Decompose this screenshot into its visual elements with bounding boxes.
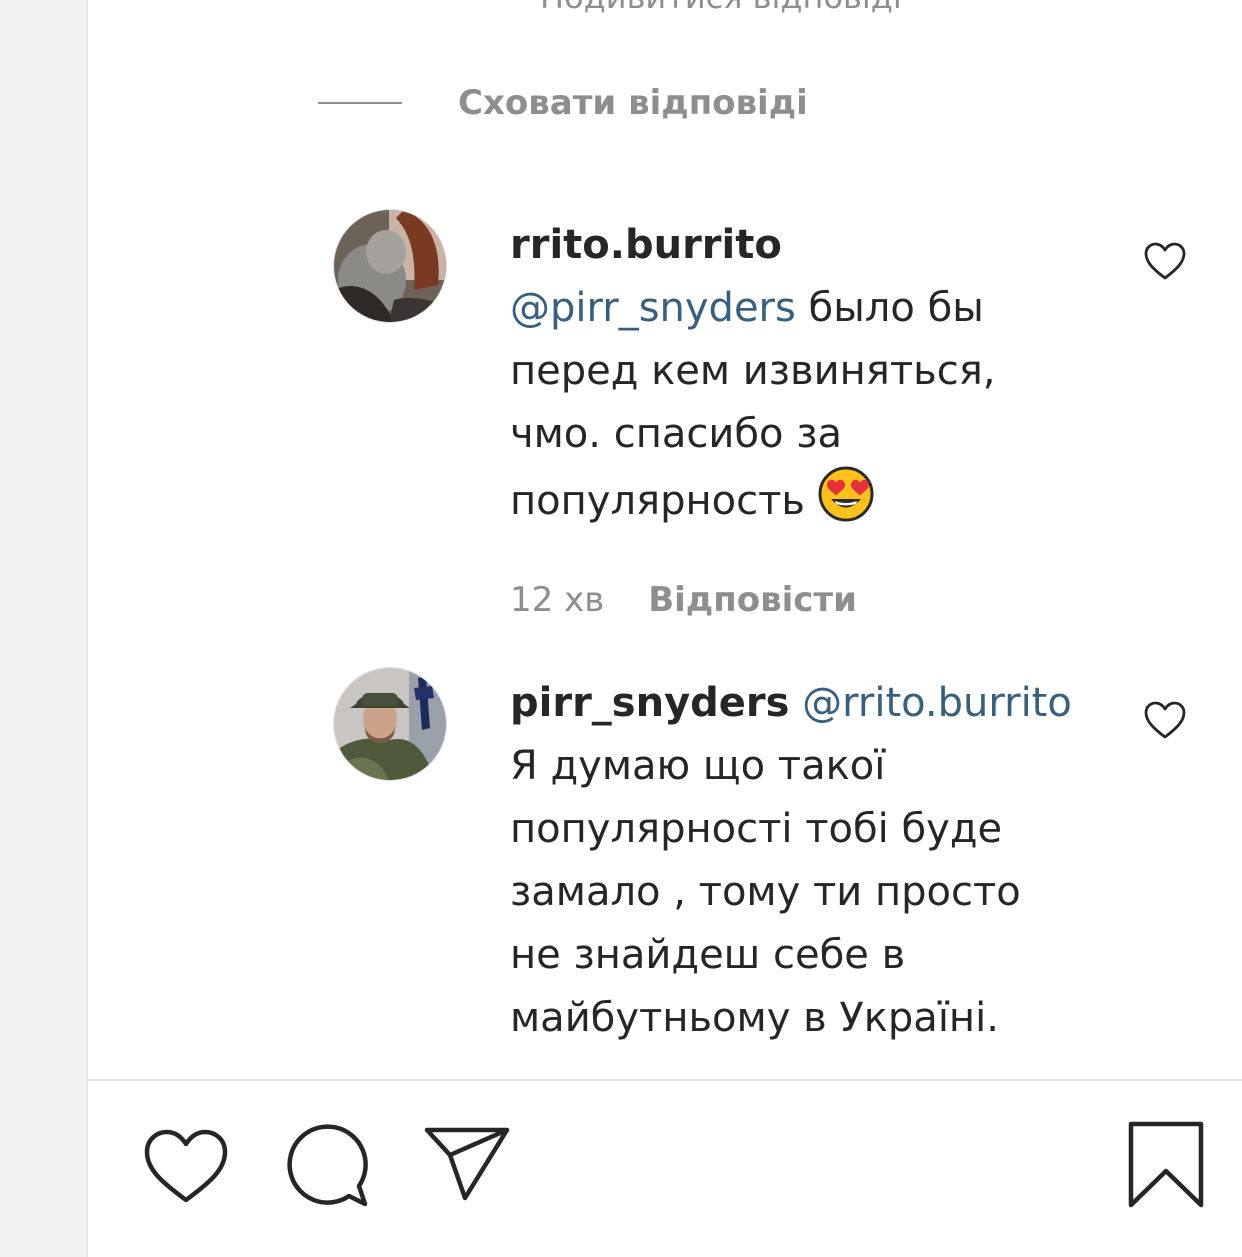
comment-username[interactable]: rrito.burrito [510,214,1100,277]
comment-line: майбутньому в Україні. [510,995,999,1041]
avatar-rrito-burrito[interactable] [333,209,447,323]
share-icon[interactable] [424,1127,510,1201]
comment-line: Я думаю що такої [510,743,886,789]
avatar-pirr-snyders[interactable] [333,667,447,781]
comment-username[interactable]: pirr_snyders [510,680,789,726]
comment-line: перед кем извиняться, [510,348,996,394]
comment-line: замало , тому ти просто [510,869,1021,915]
mention-link[interactable]: @rrito.burrito [802,680,1072,726]
comment-pirr-snyders: pirr_snyders @rrito.burrito Я думаю що т… [510,672,1110,1050]
comment-line: популярность [510,466,1100,533]
like-comment-heart-icon[interactable] [1143,241,1187,281]
comment-icon[interactable] [285,1124,369,1208]
like-comment-heart-icon[interactable] [1143,700,1187,740]
post-panel [86,0,1242,1257]
heart-icon[interactable] [143,1128,229,1204]
actions-divider [88,1079,1242,1081]
bookmark-icon[interactable] [1128,1121,1204,1209]
mention-link[interactable]: @pirr_snyders [510,285,796,331]
comment-line: популярності тобі буде [510,806,1003,852]
comment-line: @pirr_snyders было бы [510,285,984,331]
hide-replies-button[interactable]: Сховати відповіді [318,78,808,128]
comment-time: 12 хв [510,580,605,620]
comment-meta: 12 хв Відповісти [510,575,857,625]
reply-button[interactable]: Відповісти [648,580,857,620]
comment-line: не знайдеш себе в [510,932,906,978]
comment-line: чмо. спасибо за [510,411,842,457]
comment-line: pirr_snyders @rrito.burrito [510,672,1110,735]
heart-eyes-emoji-icon [818,466,874,522]
view-replies-partial[interactable]: Подивитися відповіді [540,0,902,16]
replies-divider-line [318,102,402,104]
hide-replies-label: Сховати відповіді [458,83,808,123]
comment-rrito-burrito: rrito.burrito @pirr_snyders было бы пере… [510,214,1100,533]
